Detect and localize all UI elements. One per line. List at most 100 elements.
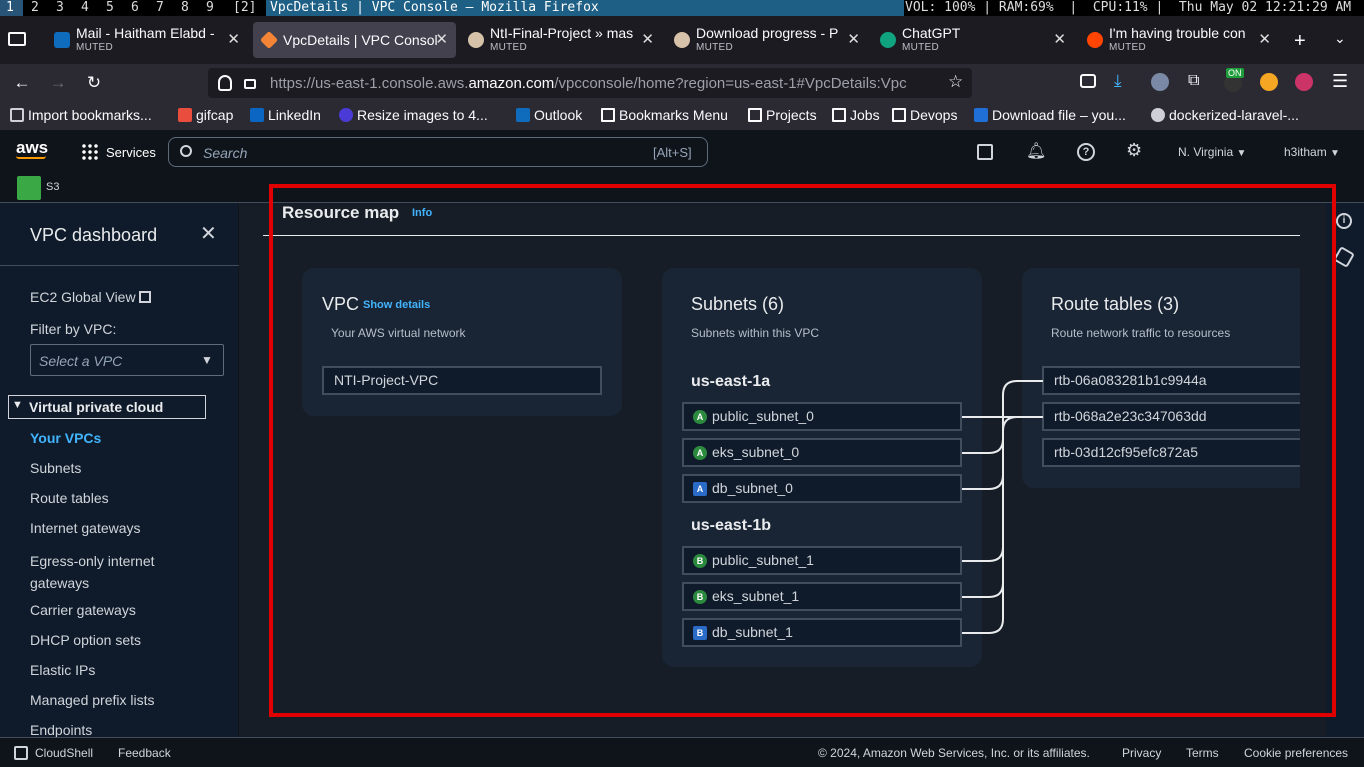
url-bar[interactable]: https://us-east-1.console.aws.amazon.com… [208, 68, 972, 98]
cloudshell-link[interactable]: CloudShell [35, 746, 93, 760]
close-tab-icon[interactable]: ✕ [1053, 30, 1066, 48]
sidebar-item-endpoints[interactable]: Endpoints [30, 722, 92, 738]
bookmark-import[interactable]: Import bookmarks... [10, 107, 152, 123]
extensions-icon[interactable]: ⧉ [1188, 72, 1199, 90]
extension-k-icon[interactable] [1260, 73, 1278, 91]
close-tab-icon[interactable]: ✕ [641, 30, 654, 48]
bookmark-star-icon[interactable]: ☆ [948, 72, 963, 92]
settings-gear-icon[interactable]: ⚙ [1126, 140, 1142, 161]
tab-overview-icon[interactable] [8, 32, 26, 46]
section-virtual-private-cloud[interactable]: ▼ Virtual private cloud [8, 395, 206, 419]
sidebar-item-managed-prefix-lists[interactable]: Managed prefix lists [30, 692, 155, 708]
bookmark-gifcap[interactable]: gifcap [178, 107, 233, 123]
tab-vpc-console[interactable]: VpcDetails | VPC Console ✕ [253, 22, 456, 58]
workspace-3[interactable]: 3 [50, 0, 75, 16]
account-menu[interactable]: h3itham ▼ [1284, 145, 1340, 159]
privacy-link[interactable]: Privacy [1122, 746, 1161, 760]
workspace-4[interactable]: 4 [75, 0, 100, 16]
github-icon [1151, 108, 1165, 122]
tab-muted-label: MUTED [490, 42, 528, 53]
workspace-6[interactable]: 6 [125, 0, 150, 16]
sidebar-item-dhcp-option-sets[interactable]: DHCP option sets [30, 632, 141, 648]
tab-title: Mail - Haitham Elabd - [76, 25, 215, 41]
tab-reddit[interactable]: I'm having trouble con MUTED ✕ [1079, 22, 1279, 58]
tab-jenkins[interactable]: NtI-Final-Project » mas MUTED ✕ [460, 22, 662, 58]
bookmark-outlook[interactable]: Outlook [516, 107, 582, 123]
list-tabs-icon[interactable]: ⌄ [1334, 30, 1346, 47]
tab-download-progress[interactable]: Download progress - P MUTED ✕ [666, 22, 868, 58]
system-status: VOL: 100% | RAM:69% | CPU:11% | Thu May … [905, 0, 1352, 15]
info-panel-icon[interactable]: i [1336, 213, 1352, 229]
workspace-5[interactable]: 5 [100, 0, 125, 16]
services-menu[interactable]: Services [106, 145, 156, 160]
sidebar-item-your-vpcs[interactable]: Your VPCs [30, 430, 101, 446]
sidebar-item-egress-only-internet-gateways[interactable]: Egress-only internet gateways [30, 550, 180, 594]
bookmark-resize-images[interactable]: Resize images to 4... [339, 107, 488, 123]
tab-mail[interactable]: Mail - Haitham Elabd - MUTED ✕ [46, 22, 248, 58]
sidebar-item-internet-gateways[interactable]: Internet gateways [30, 520, 141, 536]
sidebar-item-elastic-ips[interactable]: Elastic IPs [30, 662, 95, 678]
vpc-sidebar: VPC dashboard ✕ EC2 Global View Filter b… [0, 203, 239, 738]
url-text: https://us-east-1.console.aws.amazon.com… [270, 75, 907, 92]
region-selector[interactable]: N. Virginia ▼ [1178, 145, 1246, 159]
downloads-icon[interactable]: ⤓ [1114, 71, 1122, 91]
notifications-bell-icon[interactable]: 🔔︎ [1026, 141, 1046, 161]
sidebar-item-route-tables[interactable]: Route tables [30, 490, 109, 506]
bookmark-dockerized-laravel[interactable]: dockerized-laravel-... [1151, 107, 1299, 123]
hamburger-menu-icon[interactable]: ☰ [1332, 71, 1348, 92]
bookmark-linkedin[interactable]: LinkedIn [250, 107, 321, 123]
close-tab-icon[interactable]: ✕ [227, 30, 240, 48]
bookmark-download-file[interactable]: Download file – you... [974, 107, 1126, 123]
hexagon-settings-icon[interactable] [1333, 246, 1355, 268]
bookmark-folder-jobs[interactable]: Jobs [832, 107, 880, 123]
aws-top-nav: aws Services Search [Alt+S] 🔔︎ ? ⚙ N. Vi… [0, 130, 1364, 173]
linkedin-icon [250, 108, 264, 122]
workspace-7[interactable]: 7 [150, 0, 175, 16]
s3-icon[interactable] [17, 176, 41, 200]
workspace-1[interactable]: 1 [0, 0, 23, 16]
console-footer: CloudShell Feedback © 2024, Amazon Web S… [0, 737, 1364, 767]
sidebar-item-ec2-global-view[interactable]: EC2 Global View [30, 289, 152, 305]
tab-chatgpt[interactable]: ChatGPT MUTED ✕ [872, 22, 1074, 58]
workspace-8[interactable]: 8 [175, 0, 200, 16]
tab-title: NtI-Final-Project » mas [490, 25, 634, 41]
cloudshell-icon [14, 746, 28, 760]
account-avatar-icon[interactable] [1151, 73, 1169, 91]
workspace-9[interactable]: 9 [200, 0, 225, 16]
forward-icon[interactable]: → [44, 70, 72, 96]
workspace-2[interactable]: 2 [25, 0, 50, 16]
lock-icon[interactable] [244, 79, 256, 89]
favorite-s3[interactable]: S3 [46, 181, 59, 193]
pocket-icon[interactable] [1080, 74, 1096, 88]
close-tab-icon[interactable]: ✕ [847, 30, 860, 48]
extension-glasses-icon[interactable] [1295, 73, 1313, 91]
download-file-icon [974, 108, 988, 122]
tab-muted-label: MUTED [902, 42, 940, 53]
sidebar-item-carrier-gateways[interactable]: Carrier gateways [30, 602, 136, 618]
help-icon[interactable]: ? [1077, 143, 1095, 161]
close-sidebar-icon[interactable]: ✕ [200, 221, 217, 246]
sidebar-item-subnets[interactable]: Subnets [30, 460, 81, 476]
search-input[interactable]: Search [Alt+S] [168, 137, 708, 167]
terms-link[interactable]: Terms [1186, 746, 1219, 760]
outlook-icon [516, 108, 530, 122]
tab-muted-label: MUTED [1109, 42, 1147, 53]
extension-on-badge: ON [1226, 68, 1244, 78]
shield-icon[interactable] [218, 75, 232, 91]
grid-icon[interactable] [81, 143, 98, 160]
cookie-preferences-link[interactable]: Cookie preferences [1244, 746, 1348, 760]
bookmark-folder-projects[interactable]: Projects [748, 107, 817, 123]
reload-icon[interactable]: ↻ [80, 70, 108, 96]
sidebar-title: VPC dashboard [30, 225, 158, 245]
feedback-link[interactable]: Feedback [118, 746, 171, 760]
cloudshell-icon[interactable] [977, 144, 993, 160]
vpc-filter-select[interactable]: Select a VPC ▼ [30, 344, 224, 376]
bookmark-folder-menu[interactable]: Bookmarks Menu [601, 107, 728, 123]
back-icon[interactable]: ← [8, 70, 36, 96]
close-tab-icon[interactable]: ✕ [1258, 30, 1271, 48]
new-tab-icon[interactable]: + [1294, 30, 1306, 53]
jenkins-icon [674, 32, 690, 48]
close-tab-icon[interactable]: ✕ [435, 30, 448, 48]
aws-logo[interactable]: aws [16, 138, 48, 159]
bookmark-folder-devops[interactable]: Devops [892, 107, 957, 123]
